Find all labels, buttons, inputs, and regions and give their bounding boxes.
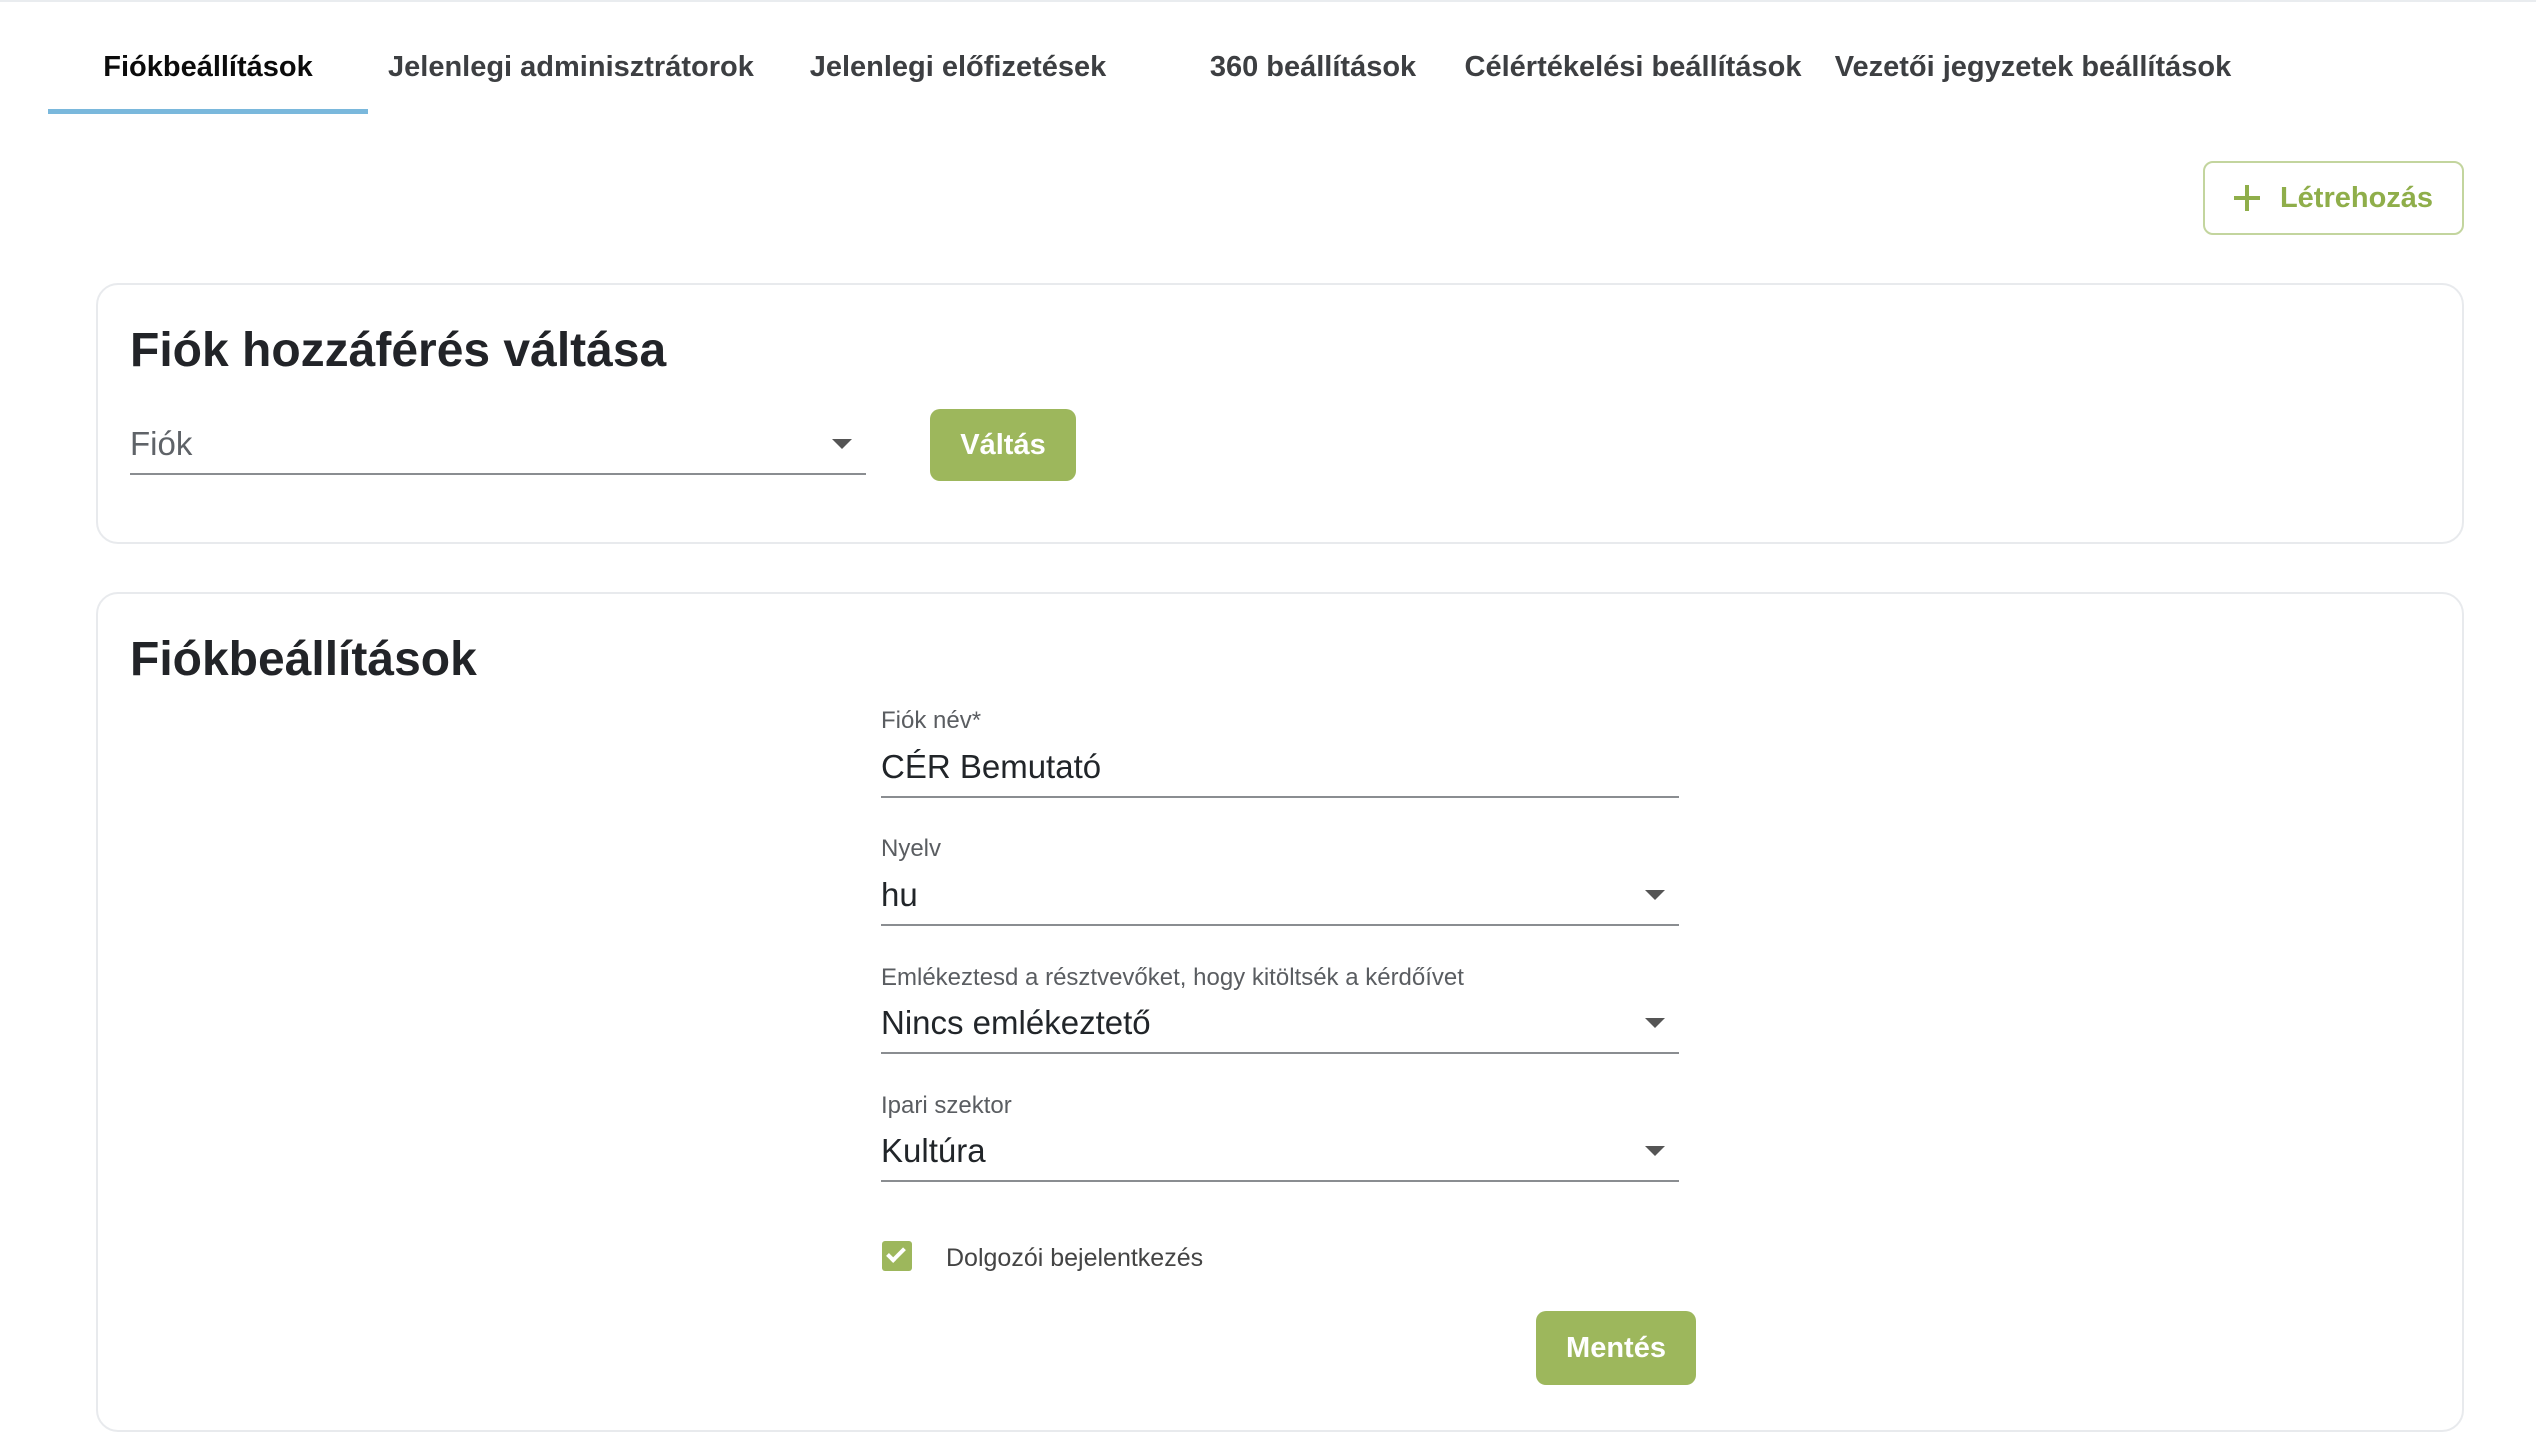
account-switch-title: Fiók hozzáférés váltása bbox=[130, 324, 667, 377]
account-name-input[interactable] bbox=[881, 746, 1679, 798]
sector-value: Kultúra bbox=[881, 1132, 986, 1169]
create-button[interactable]: Létrehozás bbox=[2203, 161, 2464, 235]
active-tab-indicator bbox=[48, 109, 368, 114]
reminder-label: Emlékeztesd a résztvevőket, hogy kitölts… bbox=[881, 964, 1464, 991]
tab-current-admins[interactable]: Jelenlegi adminisztrátorok bbox=[388, 0, 754, 114]
employee-login-label[interactable]: Dolgozói bejelentkezés bbox=[946, 1244, 1203, 1273]
chevron-down-icon bbox=[832, 439, 852, 449]
account-settings-title: Fiókbeállítások bbox=[130, 633, 477, 686]
chevron-down-icon bbox=[1645, 890, 1665, 900]
checkmark-icon bbox=[886, 1243, 906, 1263]
save-button[interactable]: Mentés bbox=[1536, 1311, 1696, 1385]
settings-tabs: Fiókbeállítások Jelenlegi adminisztrátor… bbox=[48, 0, 2448, 114]
account-select[interactable]: Fiók bbox=[130, 403, 866, 475]
reminder-value: Nincs emlékeztető bbox=[881, 1004, 1151, 1041]
language-label: Nyelv bbox=[881, 835, 942, 862]
tab-360-settings[interactable]: 360 beállítások bbox=[1158, 0, 1468, 114]
chevron-down-icon bbox=[1645, 1146, 1665, 1156]
account-name-label: Fiók név* bbox=[881, 707, 982, 734]
language-select[interactable]: hu bbox=[881, 866, 1679, 926]
tab-goal-evaluation-settings[interactable]: Célértékelési beállítások bbox=[1443, 0, 1823, 114]
tab-account-settings[interactable]: Fiókbeállítások bbox=[48, 0, 368, 114]
account-settings-card: Fiókbeállítások Fiók név* Nyelv hu Emlék… bbox=[96, 592, 2464, 1432]
account-select-placeholder: Fiók bbox=[130, 425, 193, 462]
sector-label: Ipari szektor bbox=[881, 1092, 1012, 1119]
sector-select[interactable]: Kultúra bbox=[881, 1122, 1679, 1182]
tab-manager-notes-settings[interactable]: Vezetői jegyzetek beállítások bbox=[1823, 0, 2243, 114]
switch-button[interactable]: Váltás bbox=[930, 409, 1076, 481]
reminder-select[interactable]: Nincs emlékeztető bbox=[881, 994, 1679, 1054]
create-button-label: Létrehozás bbox=[2279, 181, 2434, 214]
tab-current-subscriptions[interactable]: Jelenlegi előfizetések bbox=[783, 0, 1133, 114]
language-value: hu bbox=[881, 876, 918, 913]
chevron-down-icon bbox=[1645, 1018, 1665, 1028]
employee-login-checkbox[interactable] bbox=[882, 1241, 912, 1271]
account-switch-card: Fiók hozzáférés váltása Fiók Váltás bbox=[96, 283, 2464, 544]
plus-icon bbox=[2233, 185, 2260, 211]
